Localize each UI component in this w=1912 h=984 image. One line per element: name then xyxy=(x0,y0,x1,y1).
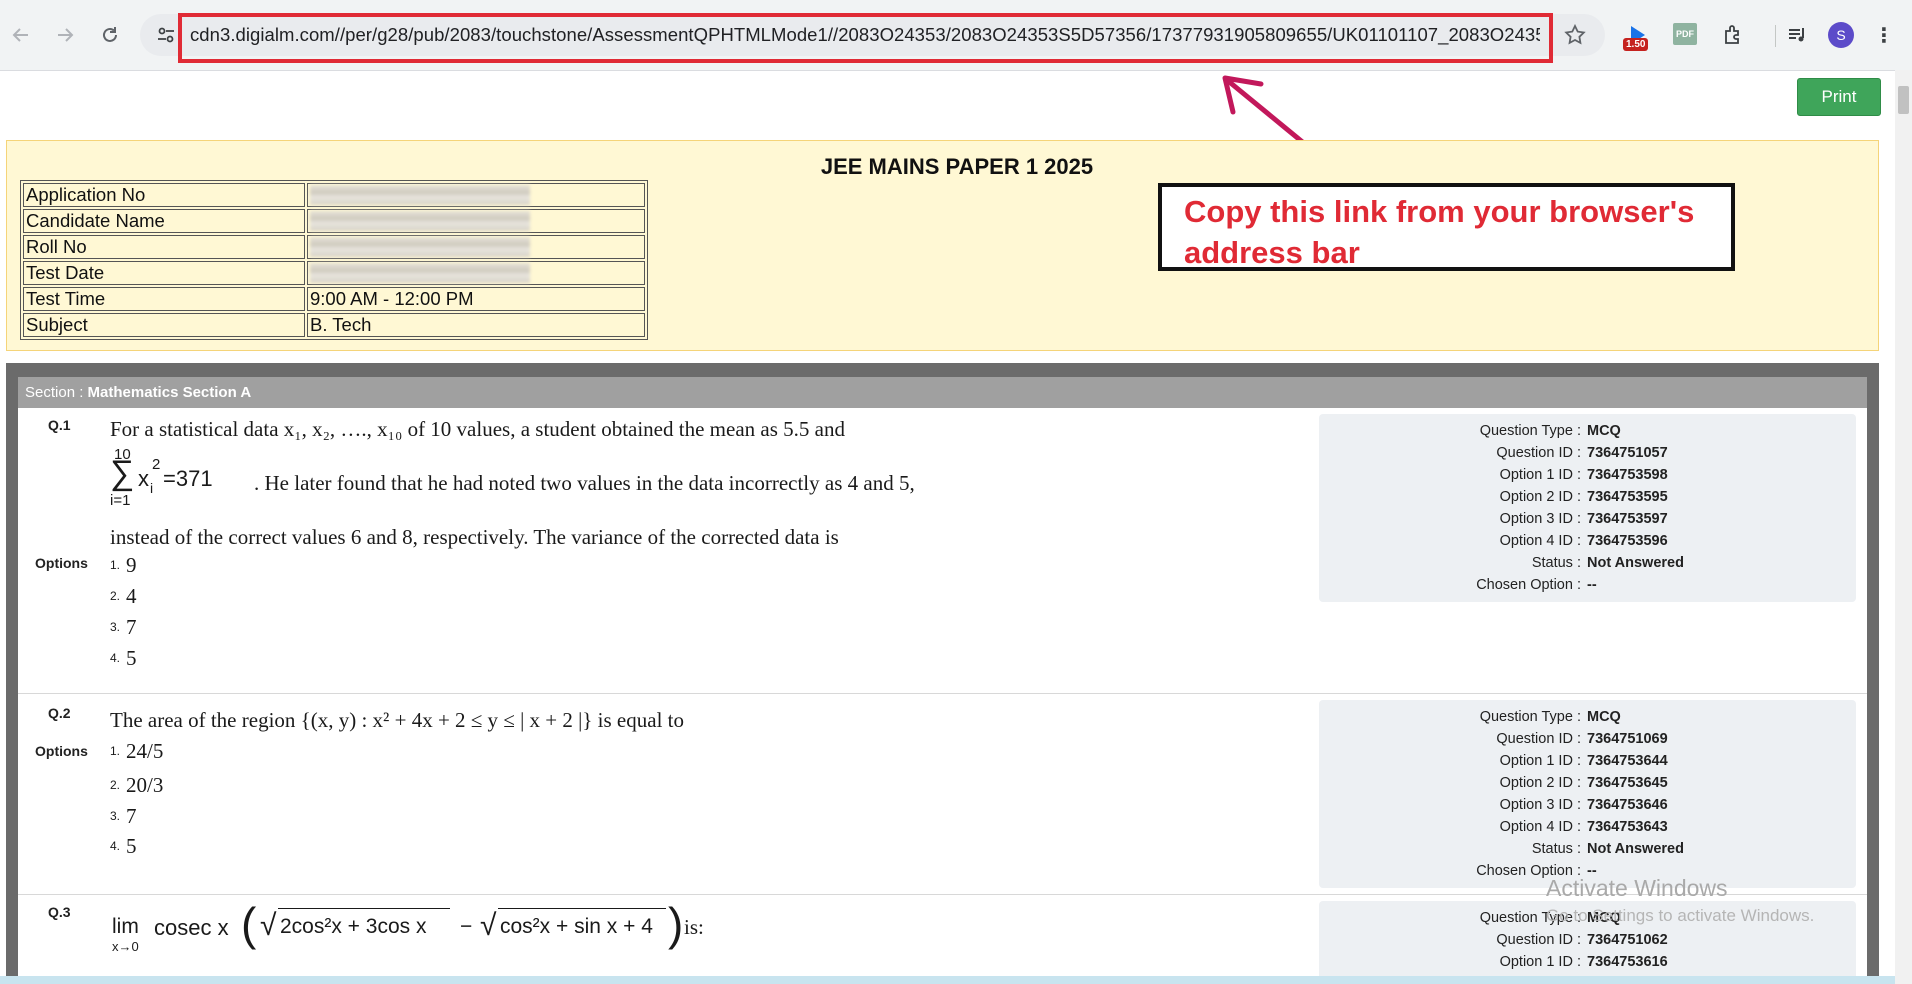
info-value-redacted xyxy=(307,209,645,233)
question-number: Q.2 xyxy=(48,705,71,721)
question-text: instead of the correct values 6 and 8, r… xyxy=(110,525,839,549)
exam-title: JEE MAINS PAPER 1 2025 xyxy=(820,154,1094,179)
status-value: Not Answered xyxy=(1587,841,1684,857)
limit-expression: lim x→0 cosec x ( √ 2cos²x + 3cos x − √ … xyxy=(112,898,704,954)
question-meta-panel: Question Type : MCQ Question ID :73647510… xyxy=(1319,700,1856,888)
info-value: B. Tech xyxy=(307,313,645,337)
info-value-redacted xyxy=(307,235,645,259)
meta-row: Question Type : MCQ xyxy=(1479,709,1621,725)
summation-expression: 10 ∑ i=1 x i 2 =371 xyxy=(110,446,213,509)
options-label: Options xyxy=(35,555,88,571)
info-label: Test Date xyxy=(23,261,305,285)
redacted-blur xyxy=(310,263,530,283)
meta-row: Question ID :7364751069 xyxy=(1496,731,1668,747)
option-3[interactable]: 3. 7 xyxy=(110,615,137,640)
question-text: . He later found that he had noted two v… xyxy=(254,471,915,495)
meta-row: Question Type : MCQ xyxy=(1479,423,1621,439)
url-text[interactable]: cdn3.digialm.com//per/g28/pub/2083/touch… xyxy=(190,24,1540,46)
info-label: Roll No xyxy=(23,235,305,259)
taskbar-edge xyxy=(0,976,1895,984)
meta-row: Option 1 ID :7364753616 xyxy=(1499,954,1668,970)
info-value-redacted xyxy=(307,261,645,285)
info-label: Subject xyxy=(23,313,305,337)
meta-row: Option 2 ID :7364753595 xyxy=(1499,489,1668,505)
info-label: Candidate Name xyxy=(23,209,305,233)
option-1[interactable]: 1. 24/5 xyxy=(110,739,163,764)
back-icon[interactable] xyxy=(6,20,36,50)
info-value: 9:00 AM - 12:00 PM xyxy=(307,287,645,311)
table-row: Test Time 9:00 AM - 12:00 PM xyxy=(23,287,645,311)
pdf-extension-icon[interactable]: PDF xyxy=(1673,23,1697,45)
media-queue-icon[interactable] xyxy=(1782,20,1812,50)
option-4[interactable]: 4. 5 xyxy=(110,834,137,859)
question-text: The area of the region {(x, y) : x² + 4x… xyxy=(110,708,684,732)
site-info-icon[interactable] xyxy=(154,23,178,47)
forward-icon[interactable] xyxy=(50,20,80,50)
meta-row: Option 3 ID :7364753646 xyxy=(1499,797,1668,813)
instruction-callout: Copy this link from your browser's addre… xyxy=(1158,183,1735,271)
table-row: Candidate Name xyxy=(23,209,645,233)
question-meta-panel: Question Type : MCQ Question ID :73647510… xyxy=(1319,414,1856,602)
question-block: Q.1 For a statistical data x₁, x₂, …., x… xyxy=(18,408,1867,694)
option-3[interactable]: 3. 7 xyxy=(110,804,137,829)
toolbar-divider xyxy=(1775,25,1776,47)
reload-icon[interactable] xyxy=(95,20,125,50)
print-button[interactable]: Print xyxy=(1797,78,1881,116)
option-2[interactable]: 2. 4 xyxy=(110,584,137,609)
speed-badge: 1.50 xyxy=(1623,38,1649,51)
meta-row: Option 1 ID :7364753598 xyxy=(1499,467,1668,483)
table-row: Application No xyxy=(23,183,645,207)
page-scrollbar[interactable] xyxy=(1895,70,1912,984)
redacted-blur xyxy=(310,185,530,205)
activate-windows-watermark: Activate Windows xyxy=(1546,875,1728,901)
question-number: Q.1 xyxy=(48,417,71,433)
meta-row: Option 4 ID :7364753596 xyxy=(1499,533,1668,549)
table-row: Roll No xyxy=(23,235,645,259)
option-2[interactable]: 2. 20/3 xyxy=(110,773,163,798)
option-1[interactable]: 1. 9 xyxy=(110,553,137,578)
meta-row: Option 4 ID :7364753643 xyxy=(1499,819,1668,835)
meta-row: Option 1 ID :7364753644 xyxy=(1499,753,1668,769)
status-value: Not Answered xyxy=(1587,555,1684,571)
table-row: Test Date xyxy=(23,261,645,285)
question-number: Q.3 xyxy=(48,904,71,920)
option-4[interactable]: 4. 5 xyxy=(110,646,137,671)
activate-windows-subtext: Go to Settings to activate Windows. xyxy=(1546,906,1815,925)
meta-row: Status : Not Answered xyxy=(1319,838,1856,860)
info-value-redacted xyxy=(307,183,645,207)
profile-avatar[interactable]: S xyxy=(1828,22,1854,48)
meta-row: Chosen Option : -- xyxy=(1476,577,1597,593)
question-block: Q.2 The area of the region {(x, y) : x² … xyxy=(18,694,1867,895)
extensions-puzzle-icon[interactable] xyxy=(1718,20,1748,50)
redacted-blur xyxy=(310,237,530,257)
meta-row: Status : Not Answered xyxy=(1319,552,1856,574)
meta-row: Question ID :7364751062 xyxy=(1496,932,1668,948)
scrollbar-thumb[interactable] xyxy=(1898,86,1909,114)
table-row: Subject B. Tech xyxy=(23,313,645,337)
section-header: Section : Mathematics Section A xyxy=(18,377,1867,408)
section-name: Mathematics Section A xyxy=(87,384,252,401)
section-prefix: Section : xyxy=(25,384,88,401)
meta-row: Option 2 ID :7364753645 xyxy=(1499,775,1668,791)
bookmark-star-icon[interactable] xyxy=(1560,20,1590,50)
options-label: Options xyxy=(35,743,88,759)
redacted-blur xyxy=(310,211,530,231)
question-text: For a statistical data x₁, x₂, …., x₁₀ o… xyxy=(110,417,845,441)
callout-text: Copy this link from your browser's addre… xyxy=(1184,194,1695,270)
meta-row: Question ID :7364751057 xyxy=(1496,445,1668,461)
candidate-info-table: Application No Candidate Name Roll No Te… xyxy=(20,180,648,340)
meta-row: Option 3 ID :7364753597 xyxy=(1499,511,1668,527)
browser-menu-icon[interactable]: ⋮ xyxy=(1874,20,1894,50)
info-label: Test Time xyxy=(23,287,305,311)
browser-toolbar: cdn3.digialm.com//per/g28/pub/2083/touch… xyxy=(0,0,1912,71)
info-label: Application No xyxy=(23,183,305,207)
